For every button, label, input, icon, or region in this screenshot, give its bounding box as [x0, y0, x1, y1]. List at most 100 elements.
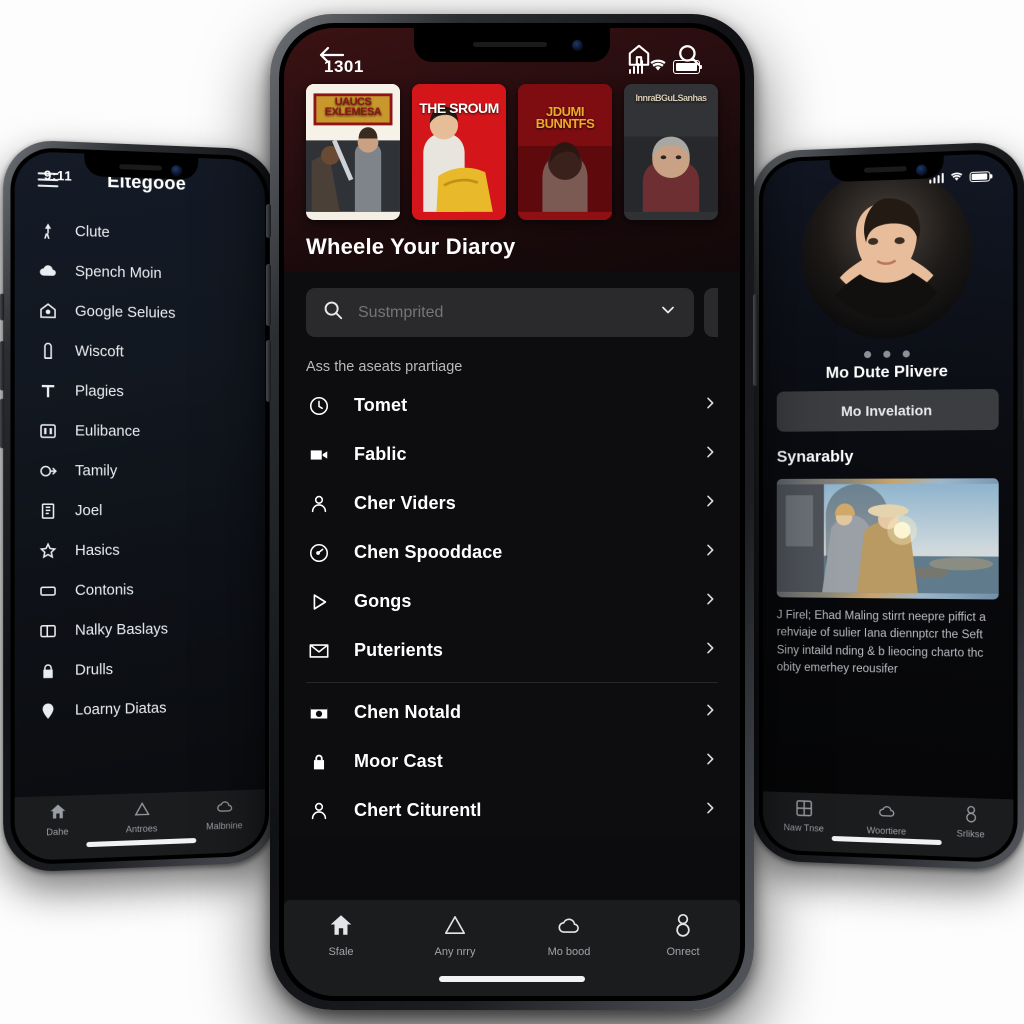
cloud-icon [215, 796, 234, 818]
list-item-cher-viders[interactable]: Cher Viders [306, 479, 718, 528]
left-tab-antroes[interactable]: Antroes [100, 798, 183, 835]
search-row [284, 288, 740, 337]
poster-title: THE SROUM [419, 100, 499, 116]
battery-icon [673, 60, 702, 74]
carousel-dot[interactable] [863, 350, 871, 359]
sidebar-item-label: Joel [74, 502, 103, 519]
right-tab-srlikse[interactable]: Srlikse [928, 803, 1013, 841]
right-tab-naw-tnse[interactable]: Naw Tnse [763, 797, 845, 834]
grid-icon [794, 798, 813, 820]
list-item-fablic[interactable]: Fablic [306, 430, 718, 479]
sidebar-item-hasics[interactable]: Hasics [38, 530, 265, 571]
right-tab-label: Srlikse [956, 828, 985, 840]
profile-name: Mo Dute Plivere [825, 362, 948, 382]
sidebar-item-google-seluies[interactable]: Google Seluies [38, 290, 265, 334]
earpiece-speaker [863, 166, 907, 174]
left-phone-volume-up[interactable] [0, 341, 5, 391]
envelope-icon [306, 640, 332, 662]
chevron-down-icon[interactable] [658, 300, 678, 325]
list-item-label: Chen Notald [354, 702, 462, 722]
poster-card[interactable]: InnraBGuLSanhas [624, 84, 718, 220]
center-phone-volume-up[interactable] [266, 264, 271, 326]
list-item-label: Chert Citurentl [354, 800, 482, 820]
sidebar-item-eulibance[interactable]: Eulibance [38, 410, 265, 451]
sidebar-item-tamily[interactable]: Tamily [38, 451, 265, 491]
poster-card[interactable]: THE SROUM [412, 84, 506, 220]
center-phone-volume-down[interactable] [266, 340, 271, 402]
center-body-panel: Ass the aseats prartiage Tomet Fablic [284, 272, 740, 835]
sidebar-item-spench-moin[interactable]: Spench Moin [38, 250, 265, 295]
logout-icon [38, 460, 59, 481]
center-phone-mute-switch[interactable] [266, 204, 271, 238]
search-input[interactable] [358, 303, 644, 322]
list-item-tomet[interactable]: Tomet [306, 381, 718, 430]
chevron-right-icon [702, 493, 718, 514]
list-item-chen-notald[interactable]: Chen Notald [306, 688, 718, 737]
sidebar-item-plagies[interactable]: Plagies [38, 370, 265, 412]
battery-icon [969, 171, 991, 183]
left-phone-volume-down[interactable] [0, 398, 5, 449]
play-icon [306, 591, 332, 613]
center-tab-label: Mo bood [547, 946, 591, 958]
carousel-dot[interactable] [902, 350, 910, 358]
center-phone-screen: 1301 UAUCS EXLEMESA THE SROUM JDUMI BUNN… [284, 28, 740, 996]
person-walk-icon [38, 220, 59, 241]
signal-icon [628, 60, 643, 74]
cloud-icon [556, 912, 582, 941]
sidebar-item-label: Google Seluies [74, 302, 176, 322]
poster-carousel[interactable]: UAUCS EXLEMESA THE SROUM JDUMI BUNNTFS I… [284, 78, 740, 220]
right-tab-label: Woortiere [866, 825, 907, 837]
right-tab-woortiere[interactable]: Woortiere [845, 800, 928, 837]
search-field[interactable] [306, 288, 694, 337]
center-tab-any-nrry[interactable]: Any nrry [398, 912, 512, 958]
star-icon [38, 540, 59, 561]
carousel-dot[interactable] [882, 350, 890, 358]
list-item-gongs[interactable]: Gongs [306, 577, 718, 626]
wifi-icon [649, 57, 667, 77]
screenshot-canvas: 9:11 Eltegooe Clute Spench Moin Google S… [0, 0, 1024, 1024]
center-tab-mo-bood[interactable]: Mo bood [512, 912, 626, 958]
invitation-button[interactable]: Mo Invelation [776, 388, 999, 432]
list-item-puterients[interactable]: Puterients [306, 626, 718, 675]
lock-icon [38, 660, 59, 681]
sidebar-item-label: Contonis [74, 581, 134, 599]
coastal-scene-image[interactable] [776, 478, 999, 600]
center-tab-sfale[interactable]: Sfale [284, 912, 398, 958]
center-tab-onrect[interactable]: Onrect [626, 912, 740, 958]
chevron-right-icon [702, 591, 718, 612]
center-home-indicator [439, 976, 585, 982]
right-bottom-tabbar: Naw Tnse Woortiere Srlikse [762, 791, 1014, 860]
sidebar-item-wiscoft[interactable]: Wiscoft [38, 330, 265, 373]
search-icon [322, 299, 344, 326]
lock-icon [306, 751, 332, 773]
search-field-peek [704, 288, 718, 337]
list-item-moor-cast[interactable]: Moor Cast [306, 737, 718, 786]
list-subtitle: Ass the aseats prartiage [306, 359, 463, 375]
list-item-label: Cher Viders [354, 493, 456, 513]
center-tab-label: Onrect [666, 946, 700, 958]
left-tab-malbnine[interactable]: Malbnine [183, 795, 265, 832]
left-phone-mute-switch[interactable] [0, 293, 5, 321]
left-tab-dahe[interactable]: Dahe [15, 801, 100, 839]
wifi-icon [950, 170, 963, 185]
sidebar-item-joel[interactable]: Joel [38, 491, 265, 531]
sidebar-item-label: Tamily [74, 462, 118, 480]
poster-card[interactable]: JDUMI BUNNTFS [518, 84, 612, 220]
right-phone-screen: Mo Dute Plivere Mo Invelation Synarably [762, 152, 1014, 860]
sidebar-item-nalky-baslays[interactable]: Nalky Baslays [38, 608, 265, 651]
sidebar-item-loarny-diatas[interactable]: Loarny Diatas [38, 686, 265, 731]
sidebar-item-label: Spench Moin [74, 263, 162, 282]
poster-card[interactable]: UAUCS EXLEMESA [306, 84, 400, 220]
sidebar-item-contonis[interactable]: Contonis [38, 569, 265, 611]
left-phone-notch [84, 153, 199, 181]
center-phone-power-button[interactable] [753, 294, 758, 386]
list-item-chen-spooddace[interactable]: Chen Spooddace [306, 528, 718, 577]
sidebar-item-drulls[interactable]: Drulls [38, 647, 265, 691]
sidebar-item-clute[interactable]: Clute [38, 210, 265, 256]
sidebar-item-label: Loarny Diatas [74, 699, 167, 719]
left-status-time: 9:11 [43, 166, 73, 184]
cloud-icon [38, 260, 59, 281]
list-item-chert-citurentl[interactable]: Chert Citurentl [306, 786, 718, 835]
carousel-dots[interactable] [763, 336, 1013, 366]
sidebar-item-label: Wiscoft [74, 342, 124, 361]
